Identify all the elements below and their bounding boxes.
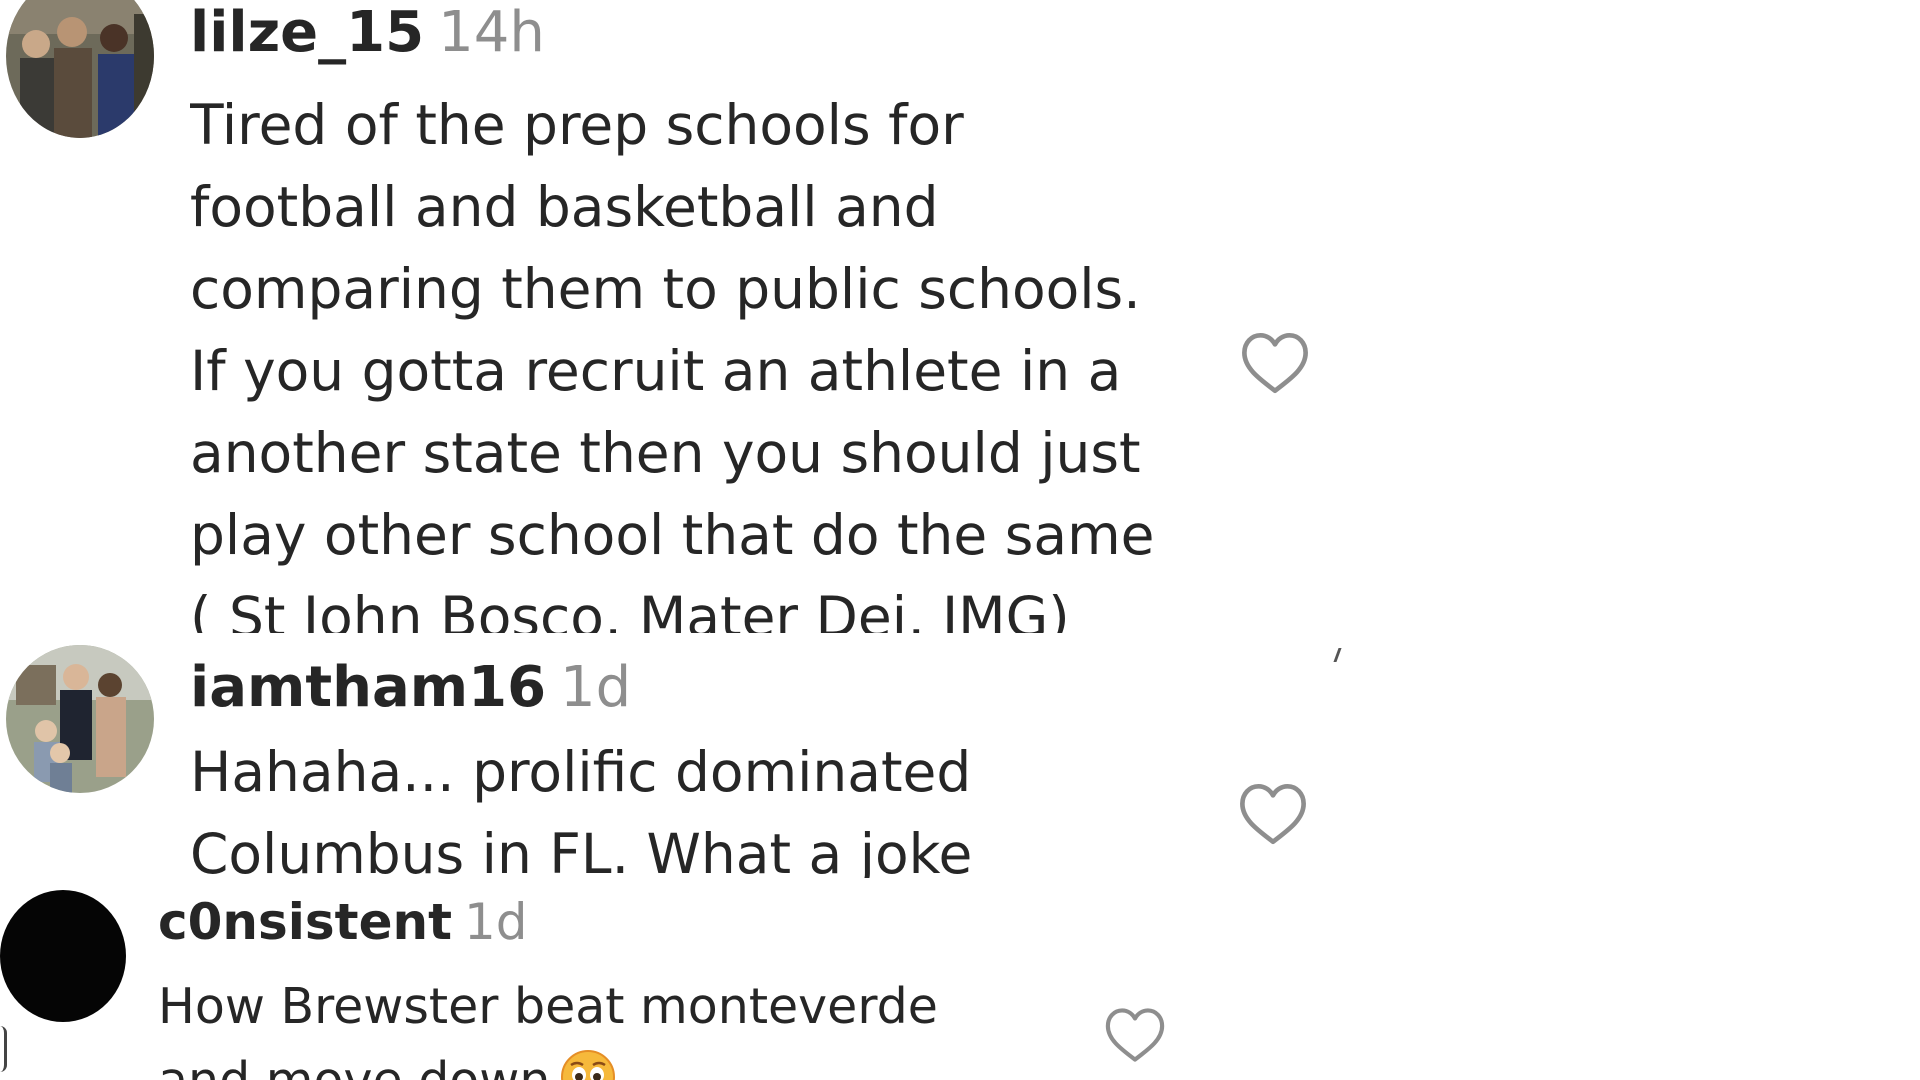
comment-header: c0nsistent 1d (158, 894, 528, 950)
avatar[interactable] (0, 890, 126, 1022)
comment-text-line: Hahaha... prolific dominated (190, 740, 972, 804)
comment-text-segment: and move down (158, 1052, 550, 1080)
comment-item: lilze_15 14h Tired of the prep schools fo… (0, 0, 1920, 633)
heart-outline-icon (1242, 332, 1308, 394)
timestamp: 1d (560, 655, 632, 720)
comment-header: iamtham16 1d (190, 657, 631, 719)
avatar[interactable] (6, 0, 154, 138)
username-link[interactable]: iamtham16 (190, 655, 546, 720)
comment-text-line: ( St John Bosco, Mater Dei, IMG) (190, 585, 1070, 633)
comment-text-line: How Brewster beat monteverde (158, 978, 938, 1035)
heart-outline-icon (1240, 783, 1306, 845)
comment-text-line: another state then you should just (190, 421, 1141, 485)
avatar[interactable] (6, 645, 154, 793)
like-button[interactable] (1240, 330, 1310, 396)
pleading-face-emoji (560, 1049, 616, 1080)
comment-text-line: play other school that do the same (190, 503, 1155, 567)
timestamp: 14h (438, 0, 545, 65)
heart-outline-icon (1105, 1008, 1165, 1062)
timestamp: 1d (464, 893, 528, 951)
edge-mark (0, 1026, 7, 1072)
comment-text-line: If you gotta recruit an athlete in a (190, 339, 1122, 403)
comment-header: lilze_15 14h (190, 2, 545, 64)
like-button[interactable] (1238, 781, 1308, 847)
comment-item: c0nsistent 1d How Brewster beat monteverd… (0, 878, 1920, 1080)
comment-text: Hahaha... prolific dominated Columbus in… (190, 731, 1240, 878)
like-button[interactable] (1104, 1006, 1166, 1064)
username-link[interactable]: c0nsistent (158, 893, 452, 951)
comment-text-line: football and basketball and (190, 175, 939, 239)
comment-text: How Brewster beat monteverde and move do… (158, 970, 1158, 1080)
comment-text: Tired of the prep schools for football a… (190, 84, 1240, 633)
comment-text-line: comparing them to public schools. (190, 257, 1141, 321)
username-link[interactable]: lilze_15 (190, 0, 424, 65)
comment-item: iamtham16 1d Hahaha... prolific dominated… (0, 633, 1920, 878)
comment-text-line: and move down (158, 1044, 1158, 1080)
comment-text-line: Columbus in FL. What a joke (190, 822, 973, 878)
comment-text-line: Tired of the prep schools for (190, 93, 964, 157)
comments-list: lilze_15 14h Tired of the prep schools fo… (0, 0, 1920, 1080)
